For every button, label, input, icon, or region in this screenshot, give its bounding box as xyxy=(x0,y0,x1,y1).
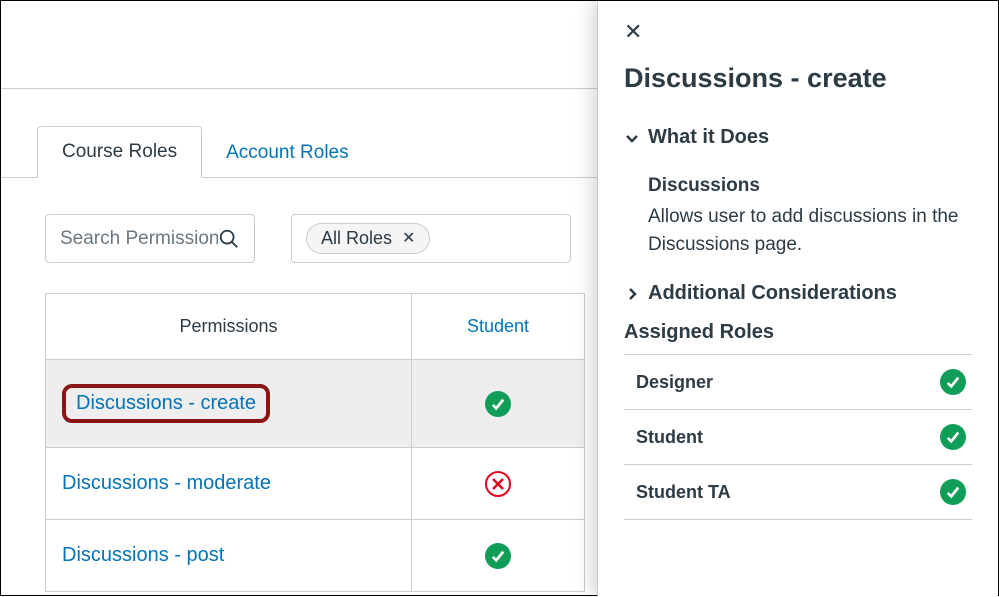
table-header-row: Permissions Student xyxy=(46,294,584,360)
column-header-role[interactable]: Student xyxy=(412,294,584,360)
assigned-role-row: Student xyxy=(624,410,972,465)
chevron-right-icon xyxy=(624,286,640,302)
role-name: Student TA xyxy=(636,482,731,503)
status-cell[interactable] xyxy=(412,360,584,447)
header-blank xyxy=(1,1,598,89)
table-row: Discussions - moderate xyxy=(46,448,584,520)
tab-course-roles[interactable]: Course Roles xyxy=(37,126,202,178)
allowed-icon xyxy=(940,479,966,505)
chip-label: All Roles xyxy=(321,228,392,249)
chevron-down-icon xyxy=(624,130,640,146)
close-icon[interactable]: ✕ xyxy=(402,231,415,247)
permission-link[interactable]: Discussions - moderate xyxy=(62,472,271,495)
accordion-label: What it Does xyxy=(648,126,769,149)
allowed-icon xyxy=(940,369,966,395)
role-name: Student xyxy=(636,427,703,448)
table-row: Discussions - create xyxy=(46,360,584,448)
table-row: Discussions - post xyxy=(46,520,584,592)
status-cell[interactable] xyxy=(412,448,584,519)
tabs: Course Roles Account Roles xyxy=(1,125,598,178)
search-icon xyxy=(218,228,240,250)
search-box[interactable] xyxy=(45,214,255,263)
what-it-does-toggle[interactable]: What it Does xyxy=(624,120,972,155)
allowed-icon xyxy=(485,391,511,417)
permission-cell[interactable]: Discussions - post xyxy=(46,520,412,591)
permission-cell[interactable]: Discussions - moderate xyxy=(46,448,412,519)
assigned-role-row: Designer xyxy=(624,355,972,410)
assigned-role-row: Student TA xyxy=(624,465,972,520)
allowed-icon xyxy=(940,424,966,450)
search-input[interactable] xyxy=(60,228,218,250)
accordion-label: Additional Considerations xyxy=(648,282,897,305)
roles-filter[interactable]: All Roles ✕ xyxy=(291,214,571,263)
filter-row: All Roles ✕ xyxy=(45,214,598,263)
filter-chip[interactable]: All Roles ✕ xyxy=(306,223,430,254)
assigned-roles-heading: Assigned Roles xyxy=(624,321,972,344)
discussions-heading: Discussions xyxy=(648,175,972,197)
column-header-permissions: Permissions xyxy=(46,294,412,360)
details-panel: ✕ Discussions - create What it Does Disc… xyxy=(597,1,998,597)
denied-icon xyxy=(485,471,511,497)
permission-link[interactable]: Discussions - post xyxy=(62,544,224,567)
description-text: Allows user to add discussions in the Di… xyxy=(648,203,972,258)
main-content: Course Roles Account Roles All Roles ✕ P… xyxy=(1,1,598,597)
tab-account-roles[interactable]: Account Roles xyxy=(202,128,373,178)
tab-label: Course Roles xyxy=(62,141,177,162)
allowed-icon xyxy=(485,543,511,569)
additional-considerations-toggle[interactable]: Additional Considerations xyxy=(624,276,972,311)
close-button[interactable]: ✕ xyxy=(624,19,648,45)
permissions-table: Permissions Student Discussions - create… xyxy=(45,293,585,592)
panel-title: Discussions - create xyxy=(624,63,972,94)
role-name: Designer xyxy=(636,372,713,393)
assigned-roles-list: Designer Student Student TA xyxy=(624,354,972,520)
tab-label: Account Roles xyxy=(226,142,349,163)
permission-cell[interactable]: Discussions - create xyxy=(46,360,412,447)
status-cell[interactable] xyxy=(412,520,584,591)
permission-link[interactable]: Discussions - create xyxy=(62,384,270,423)
